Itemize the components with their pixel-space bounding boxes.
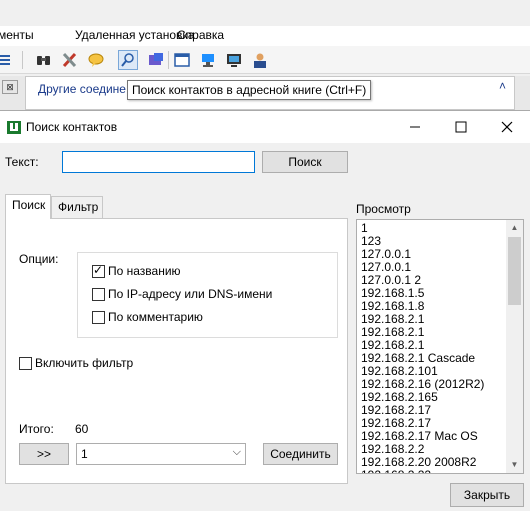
scroll-up-icon[interactable]: ▲: [506, 220, 523, 236]
list-view-icon[interactable]: [0, 50, 14, 70]
toolbar-separator: [168, 51, 169, 69]
options-label: Опции:: [19, 252, 59, 266]
tab-search[interactable]: Поиск: [5, 194, 51, 219]
monitor-icon[interactable]: [224, 50, 244, 70]
toolbar: [0, 46, 530, 74]
close-button[interactable]: Закрыть: [450, 483, 524, 507]
option-by-comment[interactable]: По комментарию: [92, 310, 203, 324]
enable-filter[interactable]: Включить фильтр: [19, 356, 133, 370]
background-scrollbar[interactable]: [516, 76, 530, 110]
connect-button[interactable]: Соединить: [263, 443, 338, 465]
by-name-checkbox[interactable]: [92, 263, 105, 278]
text-label: Текст:: [5, 155, 39, 169]
menu-item-components[interactable]: менты: [0, 28, 34, 42]
address-book-icon[interactable]: [146, 50, 166, 70]
menu-item-help[interactable]: Справка: [177, 28, 224, 42]
app-icon: [6, 119, 22, 135]
user-icon[interactable]: [250, 50, 270, 70]
chat-icon[interactable]: [86, 50, 106, 70]
menu-bar: менты Удаленная установка Справка: [0, 26, 530, 46]
chevron-up-icon[interactable]: ˄: [499, 79, 506, 93]
preview-listbox[interactable]: 1 123 127.0.0.1 127.0.0.1 127.0.0.1 2 192.168…: [356, 219, 524, 474]
by-name-label: По названию: [108, 264, 181, 278]
options-group: По названию По IP-адресу или DNS-имени П…: [77, 252, 338, 338]
tab-filter[interactable]: Фильтр: [51, 196, 103, 218]
scroll-thumb[interactable]: [508, 237, 521, 305]
dialog-title: Поиск контактов: [26, 120, 118, 134]
by-comment-checkbox[interactable]: [92, 310, 105, 324]
toolbar-separator: [22, 51, 23, 69]
window-icon[interactable]: [172, 50, 192, 70]
search-text-input[interactable]: [62, 151, 255, 173]
network-icon[interactable]: [198, 50, 218, 70]
total-value: 60: [75, 422, 89, 436]
search-contacts-icon[interactable]: [118, 50, 138, 70]
scroll-down-icon[interactable]: ▼: [506, 457, 523, 473]
enable-filter-label: Включить фильтр: [35, 356, 134, 370]
option-by-ip[interactable]: По IP-адресу или DNS-имени: [92, 287, 272, 301]
close-panel-icon[interactable]: ⊠: [2, 80, 18, 94]
preview-label: Просмотр: [356, 202, 411, 216]
tools-icon[interactable]: [60, 50, 80, 70]
preview-list: 1 123 127.0.0.1 127.0.0.1 127.0.0.1 2 192.168…: [361, 222, 505, 474]
close-icon[interactable]: [484, 111, 530, 143]
search-contacts-dialog: Поиск контактов Текст: Поиск Поиск Фильт…: [0, 110, 530, 511]
by-ip-checkbox[interactable]: [92, 287, 105, 301]
search-tab-panel: Опции: По названию По IP-адресу или DNS-…: [5, 218, 348, 484]
vertical-scrollbar[interactable]: ▲ ▼: [506, 220, 523, 473]
chevron-down-icon[interactable]: ⌵: [233, 446, 241, 459]
next-button[interactable]: >>: [19, 443, 69, 465]
group-title[interactable]: Другие соедине: [38, 82, 126, 96]
binoculars-icon[interactable]: [34, 50, 54, 70]
list-item[interactable]: 192.168.2.22: [361, 469, 505, 474]
total-label: Итого:: [19, 422, 54, 436]
minimize-icon[interactable]: [392, 111, 438, 143]
search-button[interactable]: Поиск: [262, 151, 348, 173]
maximize-icon[interactable]: [438, 111, 484, 143]
tooltip: Поиск контактов в адресной книге (Ctrl+F…: [127, 80, 372, 100]
by-comment-label: По комментарию: [108, 310, 203, 324]
title-bar: Поиск контактов: [0, 111, 530, 143]
combo-value: 1: [81, 447, 88, 461]
enable-filter-checkbox[interactable]: [19, 356, 32, 370]
by-ip-label: По IP-адресу или DNS-имени: [108, 287, 273, 301]
tab-control: Поиск Фильтр Опции: По названию По IP-ад…: [5, 194, 348, 484]
result-combobox[interactable]: 1 ⌵: [76, 443, 246, 465]
option-by-name[interactable]: По названию: [92, 263, 181, 278]
list-item[interactable]: 1: [361, 222, 505, 235]
background-app-window: менты Удаленная установка Справка ⊠ Друг…: [0, 0, 530, 110]
